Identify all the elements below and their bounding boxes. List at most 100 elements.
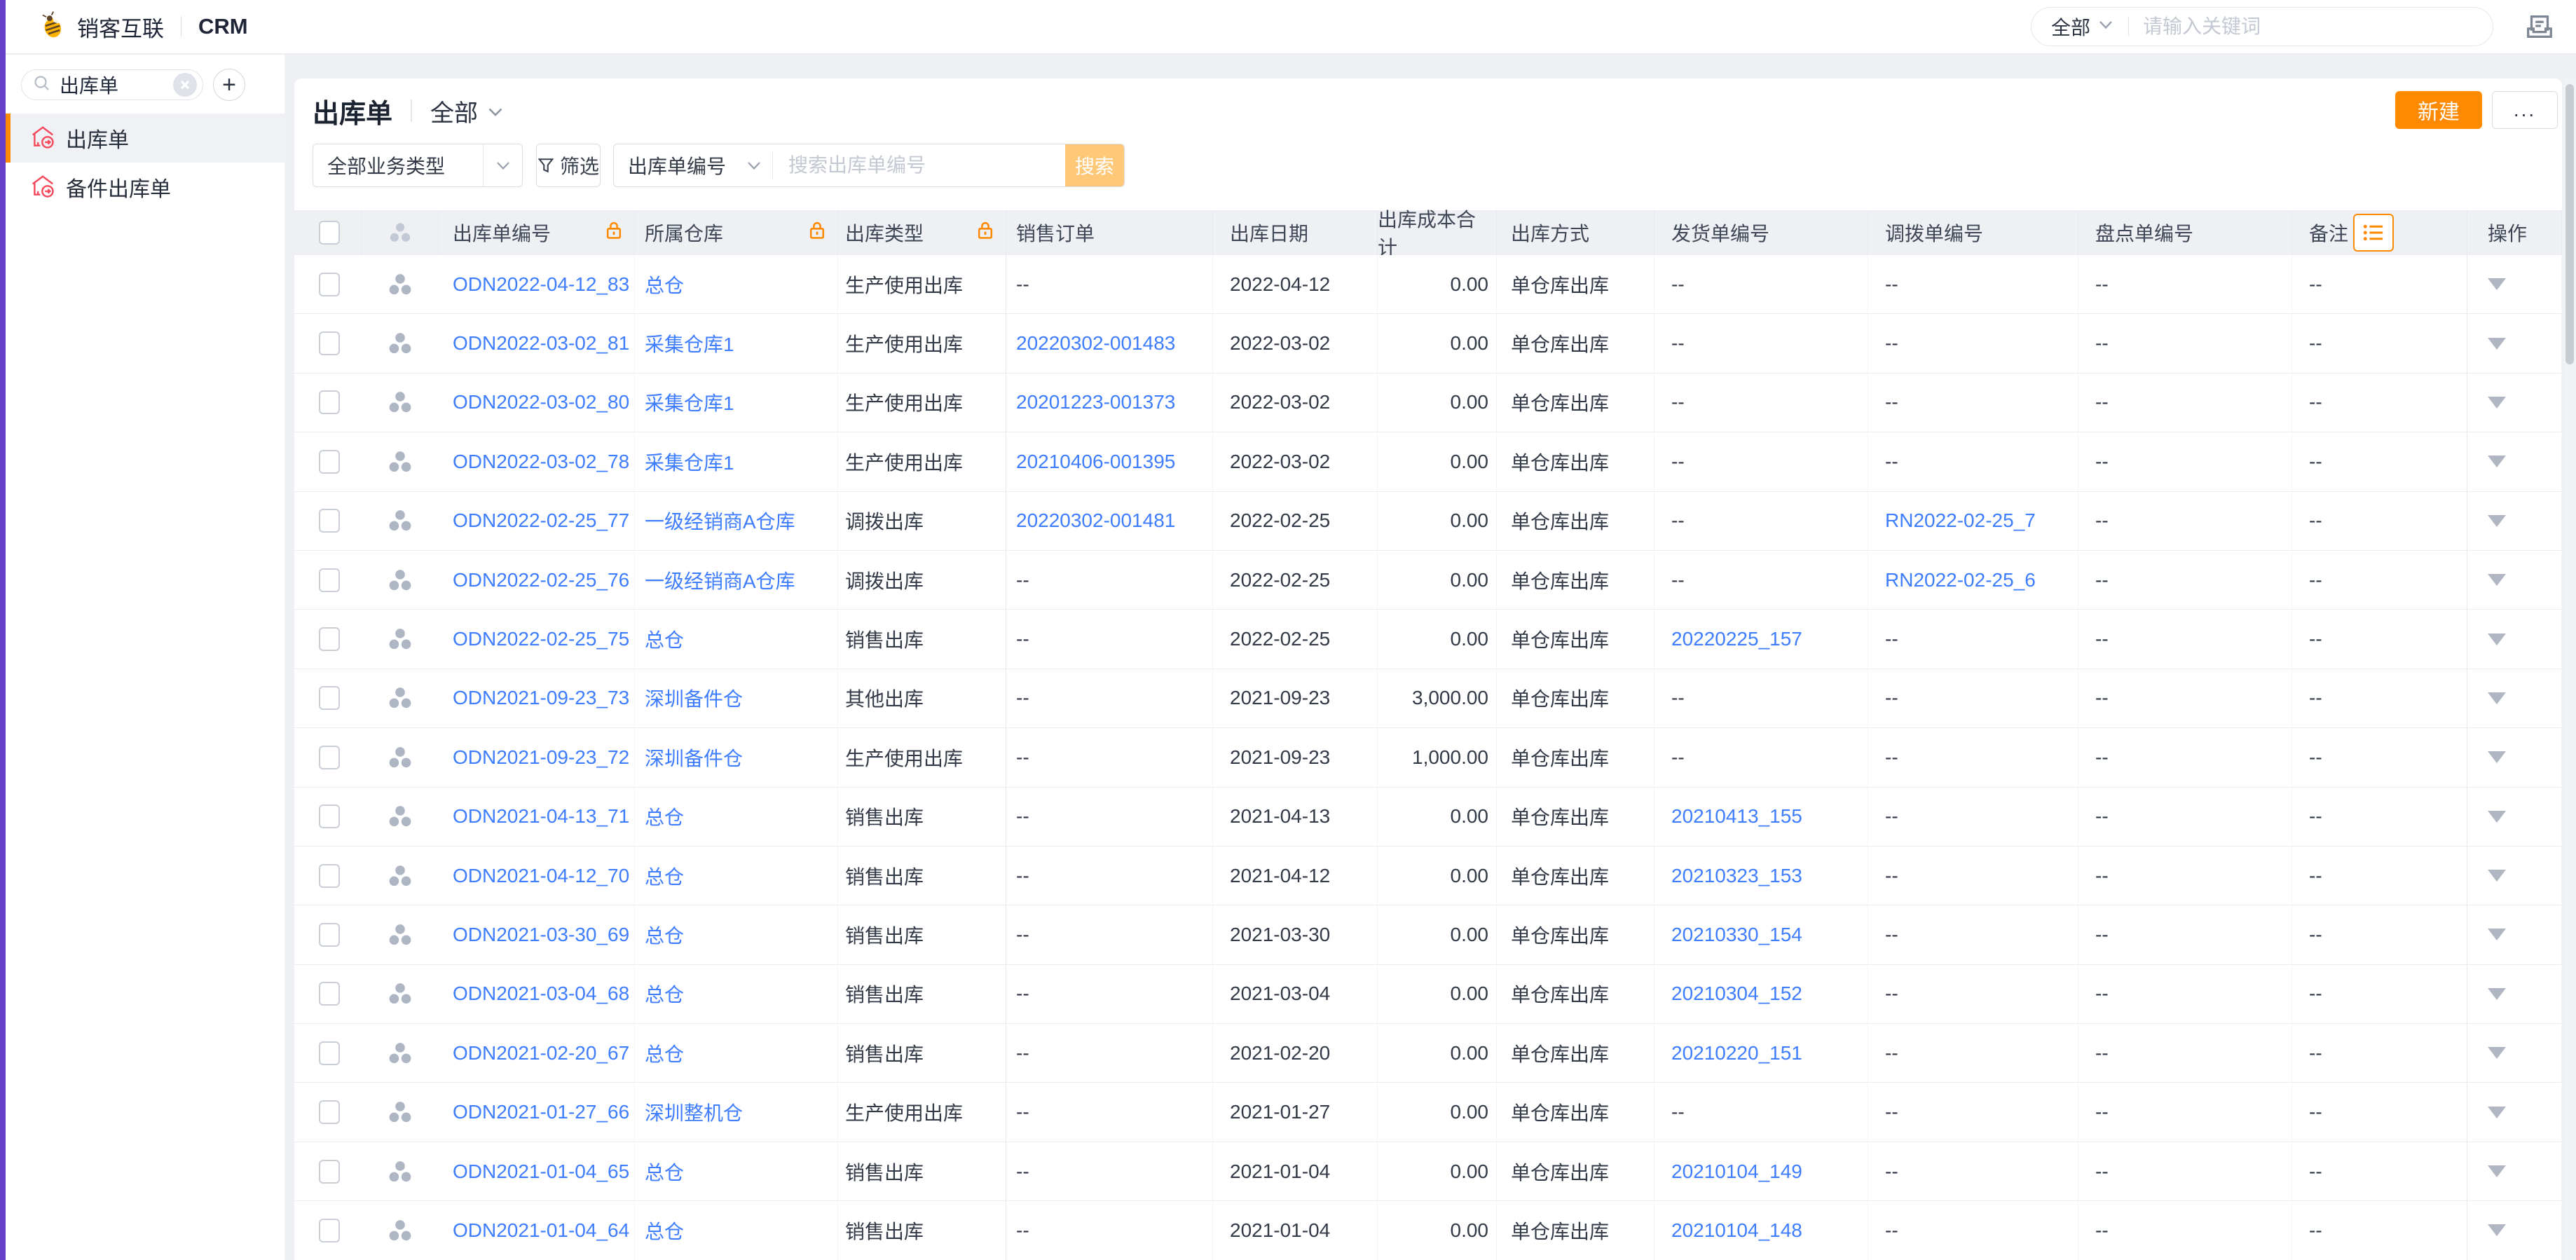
sales-order-cell[interactable]: --: [1006, 551, 1213, 609]
more-actions-button[interactable]: ...: [2492, 91, 2558, 129]
transfer-no-cell[interactable]: --: [1868, 432, 2078, 491]
warehouse-link[interactable]: 总仓: [635, 255, 838, 313]
order-no-link[interactable]: ODN2022-04-12_83: [439, 255, 635, 313]
inbox-icon[interactable]: [2523, 10, 2556, 43]
order-no-link[interactable]: ODN2022-03-02_80: [439, 374, 635, 432]
search-field-select[interactable]: 出库单编号: [614, 144, 772, 186]
column-header-order-no[interactable]: 出库单编号: [439, 210, 635, 255]
column-header-cost[interactable]: 出库成本合计: [1378, 210, 1497, 255]
warehouse-link[interactable]: 深圳备件仓: [635, 728, 838, 786]
order-number-search-input[interactable]: [773, 144, 1065, 186]
delivery-no-cell[interactable]: 20210323_153: [1654, 847, 1868, 905]
order-no-link[interactable]: ODN2022-02-25_77: [439, 492, 635, 550]
transfer-no-cell[interactable]: --: [1868, 374, 2078, 432]
transfer-no-cell[interactable]: --: [1868, 905, 2078, 964]
order-no-link[interactable]: ODN2021-03-30_69: [439, 905, 635, 964]
row-actions-dropdown-icon[interactable]: [2488, 1047, 2506, 1059]
column-header-transfer-no[interactable]: 调拨单编号: [1868, 210, 2078, 255]
sidebar-item-spare-outbound-order[interactable]: 备件出库单: [6, 163, 285, 212]
column-header-date[interactable]: 出库日期: [1213, 210, 1378, 255]
filter-button[interactable]: 筛选: [536, 144, 601, 187]
order-no-link[interactable]: ODN2022-02-25_76: [439, 551, 635, 609]
order-no-link[interactable]: ODN2022-03-02_78: [439, 432, 635, 491]
row-actions-dropdown-icon[interactable]: [2488, 1165, 2506, 1177]
row-checkbox[interactable]: [319, 331, 340, 355]
row-actions-dropdown-icon[interactable]: [2488, 929, 2506, 940]
row-checkbox[interactable]: [319, 923, 340, 947]
order-no-link[interactable]: ODN2021-01-04_64: [439, 1201, 635, 1259]
order-no-link[interactable]: ODN2022-03-02_81: [439, 314, 635, 372]
row-actions-dropdown-icon[interactable]: [2488, 751, 2506, 763]
row-actions-dropdown-icon[interactable]: [2488, 870, 2506, 882]
row-actions-dropdown-icon[interactable]: [2488, 988, 2506, 1000]
row-actions-dropdown-icon[interactable]: [2488, 634, 2506, 645]
order-no-link[interactable]: ODN2021-03-04_68: [439, 965, 635, 1023]
order-no-link[interactable]: ODN2021-09-23_72: [439, 728, 635, 786]
delivery-no-cell[interactable]: --: [1654, 669, 1868, 727]
sales-order-cell[interactable]: --: [1006, 788, 1213, 846]
row-checkbox[interactable]: [319, 568, 340, 592]
delivery-no-cell[interactable]: --: [1654, 551, 1868, 609]
column-header-type[interactable]: 出库类型: [838, 210, 1006, 255]
transfer-no-cell[interactable]: --: [1868, 1083, 2078, 1141]
warehouse-link[interactable]: 采集仓库1: [635, 314, 838, 372]
transfer-no-cell[interactable]: --: [1868, 669, 2078, 727]
vertical-scrollbar[interactable]: [2563, 78, 2576, 1260]
order-no-link[interactable]: ODN2021-02-20_67: [439, 1024, 635, 1082]
sales-order-cell[interactable]: --: [1006, 610, 1213, 668]
row-actions-dropdown-icon[interactable]: [2488, 456, 2506, 467]
sales-order-cell[interactable]: --: [1006, 1142, 1213, 1200]
row-actions-dropdown-icon[interactable]: [2488, 515, 2506, 527]
row-checkbox[interactable]: [319, 804, 340, 828]
transfer-no-cell[interactable]: RN2022-02-25_7: [1868, 492, 2078, 550]
delivery-no-cell[interactable]: 20220225_157: [1654, 610, 1868, 668]
global-search-scope[interactable]: 全部: [2051, 13, 2090, 41]
sales-order-cell[interactable]: 20210406-001395: [1006, 432, 1213, 491]
sales-order-cell[interactable]: --: [1006, 1201, 1213, 1259]
delivery-no-cell[interactable]: 20210104_149: [1654, 1142, 1868, 1200]
warehouse-link[interactable]: 总仓: [635, 1024, 838, 1082]
row-actions-dropdown-icon[interactable]: [2488, 1107, 2506, 1118]
warehouse-link[interactable]: 总仓: [635, 610, 838, 668]
order-no-link[interactable]: ODN2021-04-13_71: [439, 788, 635, 846]
sidebar-search-value[interactable]: 出库单: [60, 71, 173, 99]
warehouse-link[interactable]: 深圳整机仓: [635, 1083, 838, 1141]
row-checkbox[interactable]: [319, 864, 340, 888]
warehouse-link[interactable]: 总仓: [635, 965, 838, 1023]
delivery-no-cell[interactable]: 20210220_151: [1654, 1024, 1868, 1082]
row-checkbox[interactable]: [319, 982, 340, 1006]
row-checkbox[interactable]: [319, 686, 340, 710]
row-checkbox[interactable]: [319, 450, 340, 474]
row-checkbox[interactable]: [319, 627, 340, 651]
row-checkbox[interactable]: [319, 390, 340, 414]
column-header-sales-order[interactable]: 销售订单: [1006, 210, 1213, 255]
row-checkbox[interactable]: [319, 746, 340, 769]
row-actions-dropdown-icon[interactable]: [2488, 278, 2506, 290]
transfer-no-cell[interactable]: --: [1868, 1142, 2078, 1200]
delivery-no-cell[interactable]: --: [1654, 255, 1868, 313]
column-header-method[interactable]: 出库方式: [1497, 210, 1654, 255]
row-checkbox[interactable]: [319, 1160, 340, 1184]
warehouse-link[interactable]: 总仓: [635, 847, 838, 905]
row-checkbox[interactable]: [319, 1041, 340, 1065]
warehouse-link[interactable]: 一级经销商A仓库: [635, 492, 838, 550]
delivery-no-cell[interactable]: 20210413_155: [1654, 788, 1868, 846]
view-filter-dropdown[interactable]: 全部: [430, 94, 503, 128]
new-button[interactable]: 新建: [2395, 91, 2482, 129]
select-all-checkbox[interactable]: [319, 221, 340, 245]
delivery-no-cell[interactable]: --: [1654, 492, 1868, 550]
order-no-link[interactable]: ODN2021-04-12_70: [439, 847, 635, 905]
row-actions-dropdown-icon[interactable]: [2488, 1224, 2506, 1236]
order-no-link[interactable]: ODN2021-01-04_65: [439, 1142, 635, 1200]
row-actions-dropdown-icon[interactable]: [2488, 811, 2506, 823]
column-header-stocktake-no[interactable]: 盘点单编号: [2078, 210, 2292, 255]
transfer-no-cell[interactable]: --: [1868, 1024, 2078, 1082]
delivery-no-cell[interactable]: --: [1654, 314, 1868, 372]
column-header-warehouse[interactable]: 所属仓库: [635, 210, 838, 255]
row-checkbox[interactable]: [319, 273, 340, 296]
row-actions-dropdown-icon[interactable]: [2488, 574, 2506, 586]
warehouse-link[interactable]: 深圳备件仓: [635, 669, 838, 727]
column-header-delivery-no[interactable]: 发货单编号: [1654, 210, 1868, 255]
row-actions-dropdown-icon[interactable]: [2488, 397, 2506, 409]
sales-order-cell[interactable]: --: [1006, 728, 1213, 786]
